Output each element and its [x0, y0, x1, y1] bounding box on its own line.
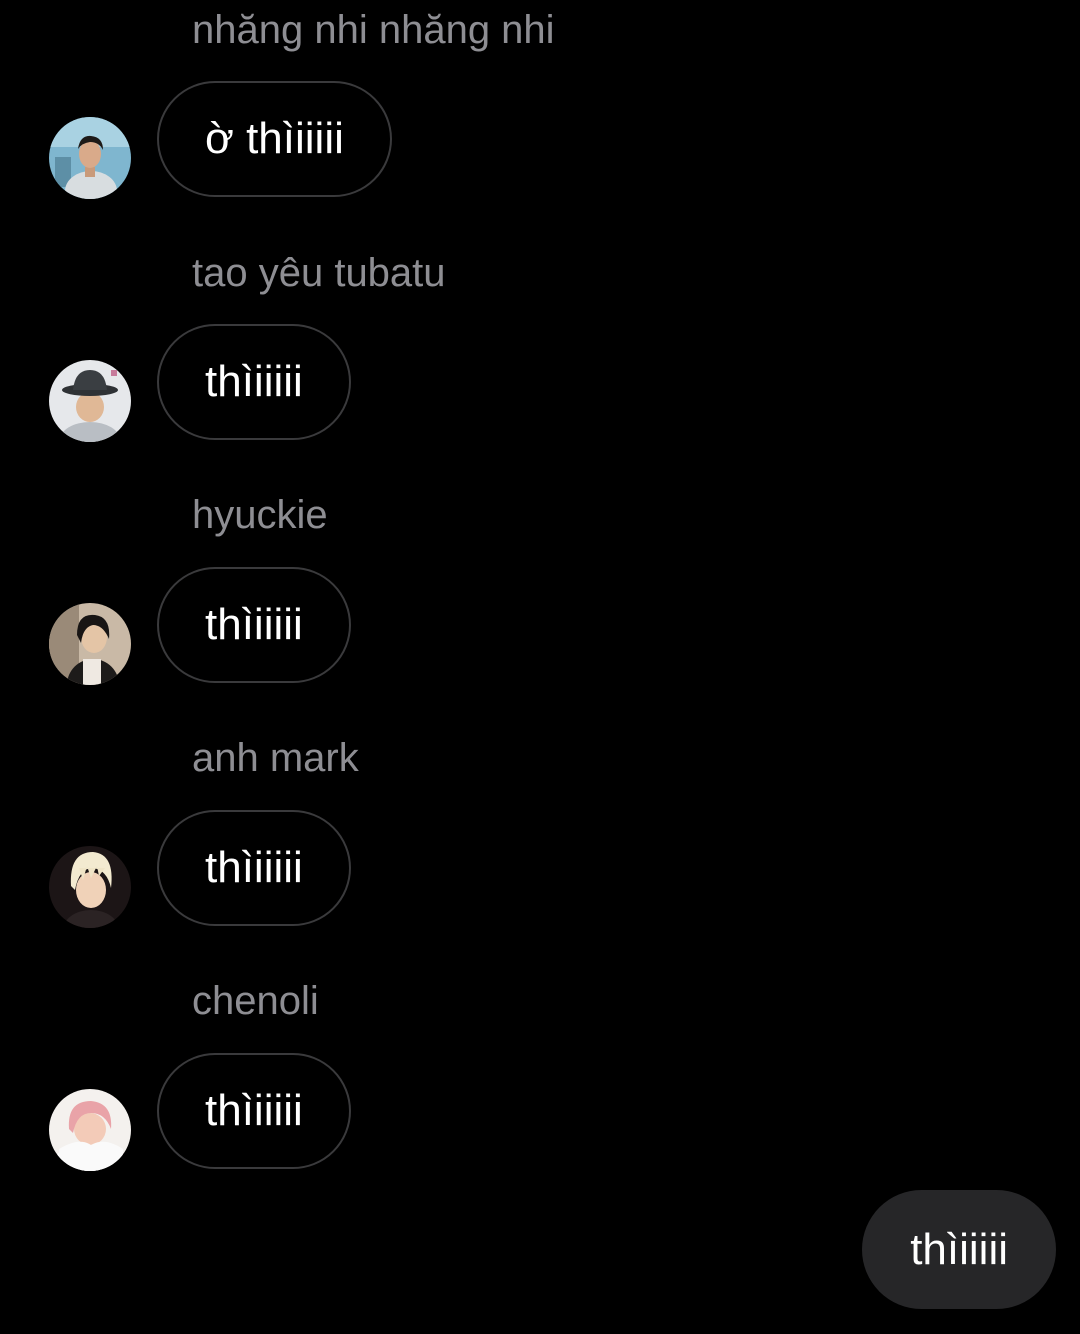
- sender-name: hyuckie: [192, 493, 328, 537]
- outgoing-message-bubble[interactable]: thìiiiii: [862, 1190, 1056, 1309]
- profile-photo-icon: [49, 603, 131, 685]
- avatar[interactable]: [49, 117, 131, 199]
- sender-name: chenoli: [192, 979, 319, 1023]
- avatar[interactable]: [49, 846, 131, 928]
- profile-photo-icon: [49, 117, 131, 199]
- avatar[interactable]: [49, 1089, 131, 1171]
- message-bubble[interactable]: thìiiiii: [157, 324, 351, 440]
- sender-name: nhăng nhi nhăng nhi: [192, 8, 555, 52]
- sender-name: tao yêu tubatu: [192, 251, 446, 295]
- avatar[interactable]: [49, 360, 131, 442]
- profile-photo-icon: [49, 846, 131, 928]
- avatar[interactable]: [49, 603, 131, 685]
- message-bubble[interactable]: thìiiiii: [157, 1053, 351, 1169]
- profile-photo-icon: [49, 360, 131, 442]
- profile-photo-icon: [49, 1089, 131, 1171]
- message-thread: nhăng nhi nhăng nhi ờ thìiiiii tao yêu t…: [0, 0, 1080, 1334]
- message-bubble[interactable]: ờ thìiiiii: [157, 81, 392, 197]
- message-bubble[interactable]: thìiiiii: [157, 567, 351, 683]
- message-bubble[interactable]: thìiiiii: [157, 810, 351, 926]
- sender-name: anh mark: [192, 736, 359, 780]
